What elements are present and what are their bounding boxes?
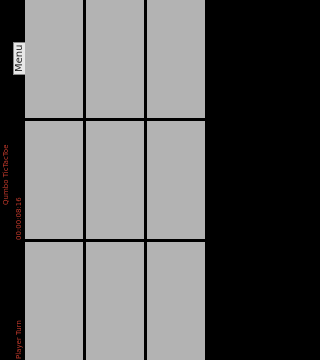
board-cell-4[interactable] xyxy=(25,121,83,239)
board-cell-3[interactable] xyxy=(147,0,205,118)
turn-indicator: Player Turn xyxy=(15,320,23,359)
board-cell-7[interactable] xyxy=(25,242,83,360)
game-board xyxy=(25,0,205,360)
board-cell-5[interactable] xyxy=(86,121,144,239)
game-timer: 00:00:08:16 xyxy=(15,197,23,240)
sidebar: Menu Qumbo TicTacToe 00:00:08:16 Player … xyxy=(0,0,26,359)
board-cell-8[interactable] xyxy=(86,242,144,360)
board-cell-2[interactable] xyxy=(86,0,144,118)
board-cell-9[interactable] xyxy=(147,242,205,360)
board-cell-6[interactable] xyxy=(147,121,205,239)
board-cell-1[interactable] xyxy=(25,0,83,118)
game-title: Qumbo TicTacToe xyxy=(2,144,10,205)
